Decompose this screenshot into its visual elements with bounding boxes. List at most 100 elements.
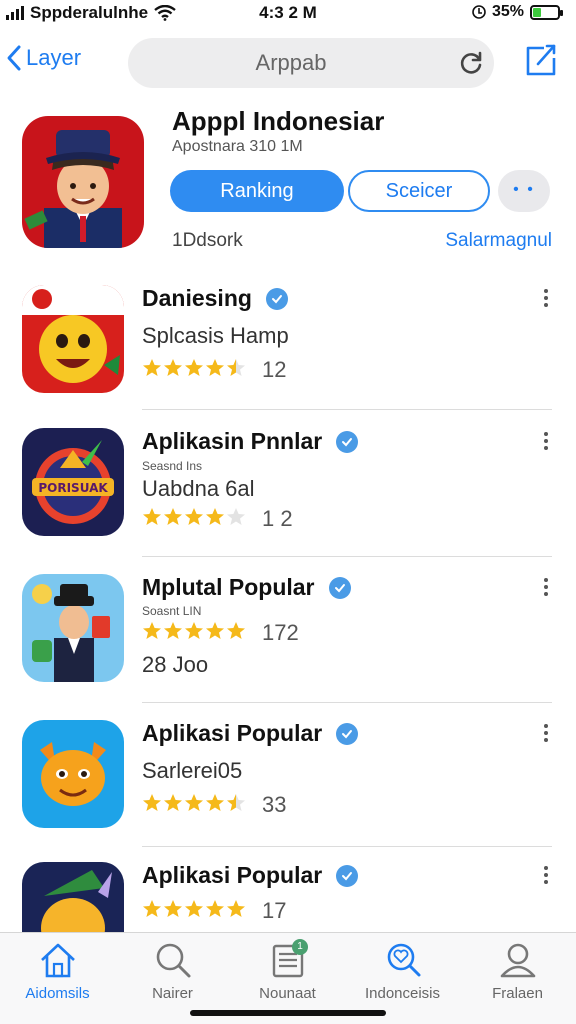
search-icon	[115, 939, 230, 981]
tab-search[interactable]: Nairer	[115, 939, 230, 1002]
more-vertical-icon[interactable]	[544, 724, 550, 742]
more-options-button[interactable]: • •	[498, 170, 550, 212]
verified-icon	[336, 722, 359, 745]
tab-home[interactable]: Aidomsils	[0, 939, 115, 1002]
person-icon	[460, 939, 575, 981]
app-subtitle: 28 Joo	[142, 652, 209, 677]
signal-icon	[6, 6, 24, 20]
list-item[interactable]: PORISUAK Aplikasin Pnnlar Seasnd Ins Uab…	[0, 428, 576, 568]
app-title[interactable]: Aplikasi Popular	[142, 720, 359, 747]
star-icon	[205, 899, 225, 924]
more-vertical-icon[interactable]	[544, 432, 550, 450]
verified-icon	[265, 287, 288, 310]
app-developer: Soasnt LIN	[142, 604, 202, 618]
divider	[142, 846, 552, 847]
star-icon	[205, 507, 225, 532]
star-icon	[163, 621, 183, 646]
tab-news[interactable]: 1 Nounaat	[230, 939, 345, 1002]
svg-text:PORISUAK: PORISUAK	[38, 481, 108, 495]
list-item[interactable]: Mplutal Popular Soasnt LIN 172 28 Joo	[0, 574, 576, 714]
featured-link[interactable]: Salarmagnul	[445, 230, 552, 252]
tab-profile[interactable]: Fralaen	[460, 939, 575, 1002]
list-item[interactable]: Aplikasi Popular 17	[0, 862, 576, 932]
tab-label: Fralaen	[492, 985, 543, 1002]
tab-label: Aidomsils	[25, 985, 90, 1002]
star-icon	[205, 793, 225, 818]
star-icon	[205, 621, 225, 646]
star-icon	[142, 358, 162, 383]
app-title[interactable]: Aplikasi Popular	[142, 862, 359, 889]
app-rating: 33	[142, 792, 286, 818]
secondary-button[interactable]: Sceicer	[348, 170, 490, 212]
star-icon	[226, 899, 246, 924]
app-subtitle: Splcasis Hamp	[142, 323, 289, 348]
star-icon	[142, 899, 162, 924]
more-vertical-icon[interactable]	[544, 866, 550, 884]
star-icon	[142, 507, 162, 532]
featured-meta: 1Ddsork	[172, 230, 243, 251]
tab-label: Nounaat	[259, 985, 316, 1002]
notification-badge: 1	[292, 939, 308, 955]
app-title[interactable]: Mplutal Popular	[142, 574, 351, 601]
star-icon	[184, 621, 204, 646]
list-item[interactable]: Aplikasi Popular Sarlerei05 33	[0, 720, 576, 860]
divider	[142, 409, 552, 410]
tab-label: Indonceisis	[364, 985, 441, 1002]
battery-level	[533, 7, 542, 17]
news-icon: 1	[230, 939, 345, 981]
back-label: Layer	[26, 45, 82, 70]
app-rating: 1 2	[142, 506, 293, 532]
battery-icon	[530, 4, 563, 20]
star-icon	[205, 358, 225, 383]
app-icon[interactable]	[22, 285, 124, 393]
app-icon[interactable]	[22, 862, 124, 932]
list-item[interactable]: Daniesing Splcasis Hamp 12	[0, 285, 576, 425]
app-title-text: Aplikasin Pnnlar	[142, 428, 323, 454]
app-developer: Seasnd Ins	[142, 459, 203, 473]
star-rating	[142, 793, 246, 818]
search-text: Arppab	[255, 50, 327, 75]
nav-bar: Layer Arppab	[0, 36, 576, 90]
tab-discover[interactable]: Indonceisis	[345, 939, 460, 1002]
more-vertical-icon[interactable]	[544, 578, 550, 596]
star-icon	[226, 621, 246, 646]
featured-title: Apppl Indonesiar	[172, 106, 385, 136]
star-icon	[142, 621, 162, 646]
app-icon[interactable]: PORISUAK	[22, 428, 124, 536]
status-bar: Sppderalulnhe 4:3 2 M 35%	[0, 0, 576, 26]
star-icon	[163, 358, 183, 383]
star-rating	[142, 358, 246, 383]
star-icon	[184, 507, 204, 532]
search-heart-icon	[345, 939, 460, 981]
carrier-name: Sppderalulnhe	[30, 3, 149, 22]
app-title[interactable]: Daniesing	[142, 285, 288, 312]
location-icon	[472, 5, 486, 19]
battery-percent: 35%	[491, 3, 524, 20]
rating-count: 1 2	[262, 506, 293, 531]
rating-count: 172	[262, 620, 299, 645]
more-vertical-icon[interactable]	[544, 289, 550, 307]
refresh-icon[interactable]	[458, 50, 484, 76]
app-title[interactable]: Aplikasin Pnnlar	[142, 428, 359, 455]
status-left: Sppderalulnhe	[6, 3, 176, 23]
star-icon	[184, 358, 204, 383]
rating-count: 12	[262, 357, 287, 382]
search-field[interactable]: Arppab	[128, 38, 494, 88]
divider	[142, 556, 552, 557]
featured-app-icon[interactable]	[22, 116, 144, 248]
ranking-button[interactable]: Ranking	[170, 170, 344, 212]
status-right: 35%	[472, 3, 563, 21]
star-icon	[142, 793, 162, 818]
home-indicator[interactable]	[190, 1010, 386, 1016]
app-icon[interactable]	[22, 574, 124, 682]
star-icon	[184, 899, 204, 924]
compose-icon[interactable]	[524, 42, 558, 78]
app-icon[interactable]	[22, 720, 124, 828]
verified-icon	[336, 864, 359, 887]
app-rating: 17	[142, 898, 286, 924]
featured-app: Apppl Indonesiar Apostnara 310 1M Rankin…	[0, 104, 576, 264]
star-rating	[142, 899, 246, 924]
back-button[interactable]: Layer	[6, 44, 81, 72]
rating-count: 33	[262, 792, 287, 817]
rating-count: 17	[262, 898, 287, 923]
